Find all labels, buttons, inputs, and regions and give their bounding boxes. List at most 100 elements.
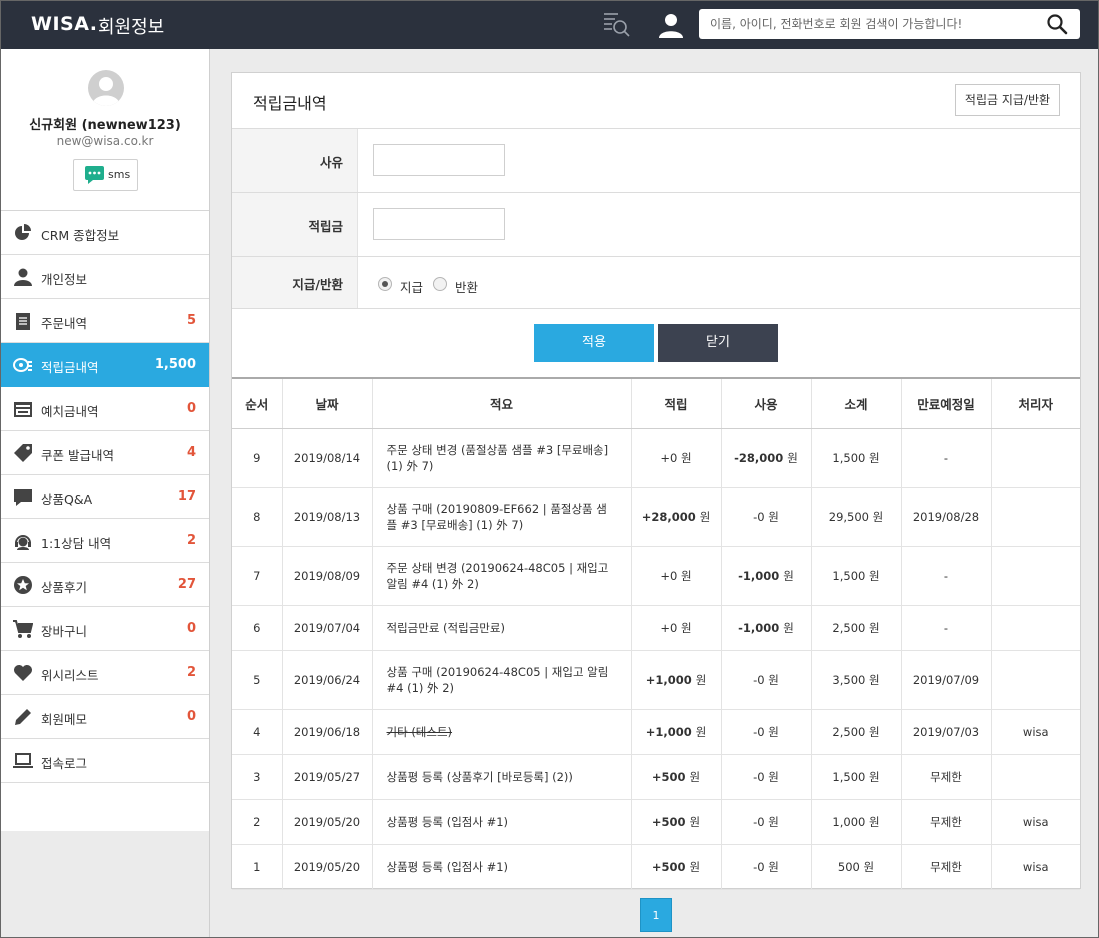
cell-expire: - <box>901 546 992 606</box>
member-search-input[interactable] <box>699 9 1039 39</box>
sidebar-item-label: 접속로그 <box>41 756 88 771</box>
search-icon[interactable] <box>1046 13 1068 35</box>
table-row: 1 2019/05/20 상품평 등록 (입점사 #1) +500 원 -0 원 500 … <box>232 844 1080 890</box>
cell-desc: 상품평 등록 (입점사 #1) <box>372 799 632 845</box>
sidebar-empty-area <box>1 831 209 937</box>
sidebar-item-label: 위시리스트 <box>41 668 99 683</box>
col-header-subtotal: 소계 <box>811 378 902 429</box>
cell-earn: +500 원 <box>631 799 722 845</box>
sidebar-item-label: 장바구니 <box>41 624 88 639</box>
pagination-page-1[interactable]: 1 <box>640 898 672 932</box>
list-search-icon[interactable] <box>603 10 631 38</box>
cell-expire-value: 2019/08/28 <box>912 509 980 524</box>
cell-no-value: 3 <box>253 769 261 784</box>
sidebar-item-counsel[interactable]: 1:1상담 내역 2 <box>1 519 209 563</box>
sms-button[interactable]: sms <box>73 159 138 191</box>
radio-return[interactable] <box>433 277 447 291</box>
cell-expire: - <box>901 428 992 488</box>
currency-unit: 원 <box>681 450 692 465</box>
cell-date-value: 2019/07/04 <box>293 620 361 635</box>
cell-desc-value: 상품 구매 (20190809-EF662 | 품절상품 샘플 #3 [무료배송… <box>386 501 607 532</box>
cell-date: 2019/06/18 <box>282 709 373 755</box>
sidebar-item-personal-info[interactable]: 개인정보 <box>1 255 209 299</box>
cell-handler <box>991 754 1080 800</box>
sidebar-item-label: 상품Q&A <box>41 492 93 507</box>
cell-earn: +500 원 <box>631 754 722 800</box>
user-icon[interactable] <box>658 12 684 38</box>
cell-expire: 무제한 <box>901 754 992 800</box>
sidebar-item-memo[interactable]: 회원메모 0 <box>1 695 209 739</box>
sidebar-item-reviews[interactable]: 상품후기 27 <box>1 563 209 607</box>
cell-no-value: 4 <box>253 724 261 739</box>
cell-use-value: -1,000 <box>738 620 780 635</box>
sidebar-item-label: 상품후기 <box>41 580 88 595</box>
grant-points-button[interactable]: 적립금 지급/반환 <box>955 84 1060 116</box>
col-header-date: 날짜 <box>282 378 373 429</box>
cell-date: 2019/06/24 <box>282 650 373 710</box>
sidebar-item-count: 0 <box>186 621 196 636</box>
sidebar-item-wishlist[interactable]: 위시리스트 2 <box>1 651 209 695</box>
close-button[interactable]: 닫기 <box>658 324 778 362</box>
cell-handler <box>991 546 1080 606</box>
sidebar-item-coupons[interactable]: 쿠폰 발급내역 4 <box>1 431 209 475</box>
radio-return-label[interactable]: 반환 <box>455 277 478 296</box>
sidebar-item-count: 17 <box>177 489 196 504</box>
reason-input[interactable] <box>373 144 505 176</box>
cell-handler-value: wisa <box>1022 814 1049 829</box>
person-icon <box>14 268 32 286</box>
cell-no: 8 <box>232 487 283 547</box>
sidebar-item-deposit[interactable]: 예치금내역 0 <box>1 387 209 431</box>
member-search-box <box>699 9 1080 39</box>
sidebar-item-orders[interactable]: 주문내역 5 <box>1 299 209 343</box>
sidebar-item-cart[interactable]: 장바구니 0 <box>1 607 209 651</box>
cell-desc: 상품평 등록 (상품후기 [바로등록] (2)) <box>372 754 632 800</box>
cell-no: 3 <box>232 754 283 800</box>
sidebar-item-label: CRM 종합정보 <box>41 228 120 243</box>
brand-logo[interactable]: WISA. <box>31 13 98 35</box>
cell-no: 1 <box>232 844 283 890</box>
cell-no-value: 7 <box>253 568 261 583</box>
cell-date-value: 2019/05/20 <box>293 814 361 829</box>
cell-no-value: 1 <box>253 859 261 874</box>
sidebar-item-count: 4 <box>186 445 196 460</box>
radio-give-label[interactable]: 지급 <box>400 277 423 296</box>
form-actions: 적용 닫기 <box>232 308 1080 378</box>
app-frame: WISA. 회원정보 이름, 아이디, 전화번호로 회원 검색이 가능합니다! … <box>0 0 1099 938</box>
cell-earn: +1,000 원 <box>631 650 722 710</box>
cell-date-value: 2019/05/27 <box>293 769 361 784</box>
cell-no: 4 <box>232 709 283 755</box>
cell-subtotal: 3,500 원 <box>811 650 902 710</box>
form-label-cell: 지급/반환 <box>232 257 358 308</box>
sidebar-item-points[interactable]: 적립금내역 1,500 <box>1 343 209 387</box>
cell-expire-value: 무제한 <box>930 769 962 784</box>
sidebar-item-count: 2 <box>186 665 196 680</box>
sidebar-item-product-qna[interactable]: 상품Q&A 17 <box>1 475 209 519</box>
sidebar-item-count: 0 <box>186 401 196 416</box>
apply-button[interactable]: 적용 <box>534 324 654 362</box>
cell-subtotal: 500 원 <box>811 844 902 890</box>
cell-subtotal: 1,500 원 <box>811 546 902 606</box>
cell-subtotal-value: 29,500 원 <box>828 509 884 524</box>
cell-earn: +28,000 원 <box>631 487 722 547</box>
page-title: 회원정보 <box>98 17 165 38</box>
cell-use-value: -0 <box>753 724 765 739</box>
cell-earn-value: +500 <box>651 769 686 784</box>
sidebar-item-crm[interactable]: CRM 종합정보 <box>1 211 209 255</box>
cell-date: 2019/05/20 <box>282 844 373 890</box>
table-row: 7 2019/08/09 주문 상태 변경 (20190624-48C05 | 재입… <box>232 546 1080 606</box>
currency-unit: 원 <box>689 769 701 784</box>
safe-icon <box>14 402 32 417</box>
type-label: 지급/반환 <box>292 277 343 292</box>
cell-no: 7 <box>232 546 283 606</box>
cell-handler <box>991 605 1080 651</box>
cell-subtotal: 1,500 원 <box>811 428 902 488</box>
cell-no-value: 6 <box>253 620 261 635</box>
cell-handler-value: wisa <box>1022 859 1049 874</box>
radio-give[interactable] <box>378 277 392 291</box>
cell-date-value: 2019/06/18 <box>293 724 361 739</box>
amount-input[interactable] <box>373 208 505 240</box>
headset-icon <box>15 535 31 550</box>
cell-desc-value: 적립금만료 (적립금만료) <box>386 620 505 635</box>
cell-expire-value: - <box>943 450 949 465</box>
sidebar-item-access-log[interactable]: 접속로그 <box>1 739 209 783</box>
